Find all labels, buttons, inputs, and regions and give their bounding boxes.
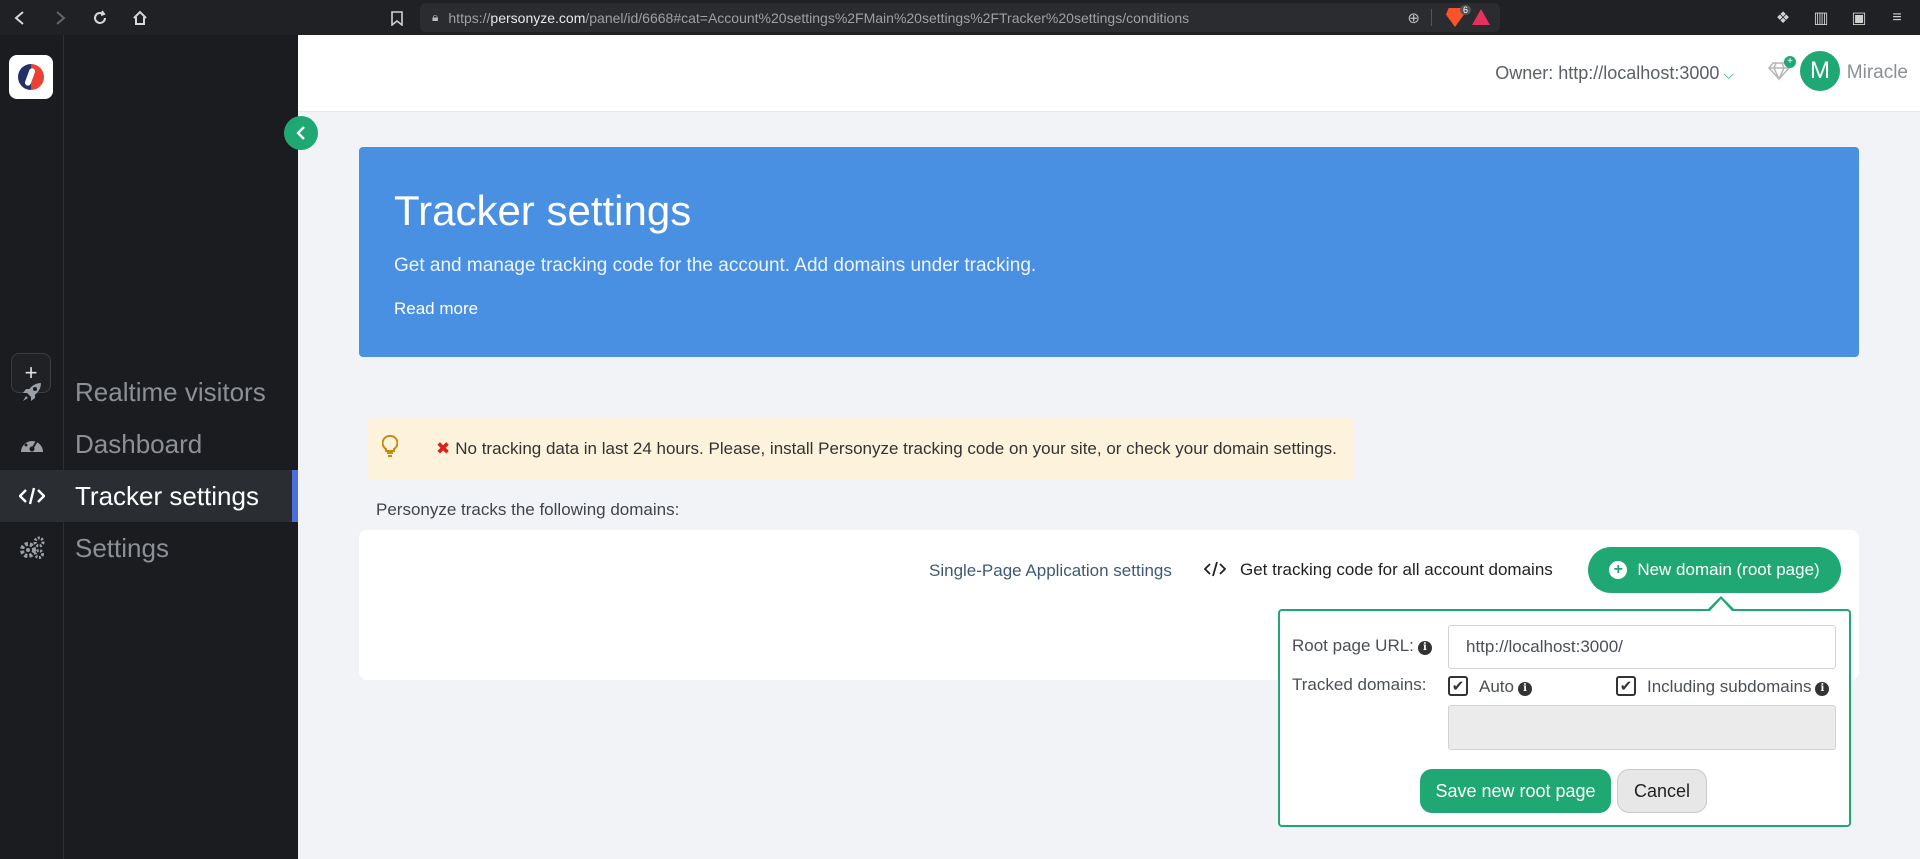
auto-checkbox[interactable]: ✔ (1448, 676, 1468, 696)
code-icon (0, 486, 64, 506)
zoom-icon[interactable]: ⊕ (1407, 9, 1420, 27)
sidebar-toggle-icon[interactable]: ▥ (1808, 8, 1834, 28)
read-more-link[interactable]: Read more (394, 299, 478, 319)
gears-icon (0, 536, 64, 560)
error-x-icon: ✖ (436, 439, 451, 458)
owner-selector[interactable]: Owner: http://localhost:3000 ⌵ (1495, 63, 1734, 84)
alert-message: No tracking data in last 24 hours. Pleas… (455, 439, 1337, 458)
info-icon[interactable]: i (1417, 641, 1432, 655)
sidebar-item-settings[interactable]: Settings (0, 522, 298, 574)
avatar[interactable]: M (1800, 51, 1840, 91)
popover-arrow-inner (1710, 599, 1732, 611)
reload-icon[interactable] (80, 0, 120, 35)
wallet-icon[interactable]: ▣ (1846, 8, 1872, 28)
auto-label: Auto i (1479, 677, 1532, 697)
sidebar-item-tracker-settings[interactable]: Tracker settings (0, 470, 298, 522)
owner-label: Owner: http://localhost:3000 (1495, 63, 1720, 83)
tracking-alert: ✖ No tracking data in last 24 hours. Ple… (368, 418, 1354, 480)
back-icon[interactable] (0, 0, 40, 35)
code-icon[interactable] (1203, 561, 1227, 582)
cancel-button[interactable]: Cancel (1617, 769, 1707, 813)
root-url-input[interactable]: http://localhost:3000/ (1448, 625, 1836, 669)
rocket-icon (0, 381, 64, 403)
dashboard-icon (0, 434, 64, 454)
sidebar-item-realtime-visitors[interactable]: Realtime visitors (0, 366, 298, 418)
url-path: /panel/id/6668#cat=Account%20settings%2F… (585, 9, 1190, 26)
bookmark-icon[interactable] (386, 7, 408, 29)
domains-intro: Personyze tracks the following domains: (376, 500, 680, 519)
root-url-label-text: Root page URL: (1292, 636, 1414, 655)
username[interactable]: Miracle (1847, 62, 1908, 84)
page-banner: Tracker settings Get and manage tracking… (359, 147, 1859, 357)
brave-shield-count: 6 (1459, 5, 1471, 15)
info-icon[interactable]: i (1815, 682, 1830, 696)
home-icon[interactable] (120, 0, 160, 35)
info-icon[interactable]: i (1517, 682, 1532, 696)
get-tracking-code-link[interactable]: Get tracking code for all account domain… (1240, 560, 1553, 580)
sidebar-item-label: Dashboard (75, 428, 203, 459)
sidebar-item-label: Settings (75, 532, 169, 563)
sidebar-item-label: Realtime visitors (75, 376, 266, 407)
diamond-plus-icon: + (1784, 56, 1796, 68)
sidebar-item-dashboard[interactable]: Dashboard (0, 418, 298, 470)
chevron-down-icon: ⌵ (1723, 66, 1734, 82)
subdomains-label-text: Including subdomains (1647, 677, 1812, 696)
subdomains-checkbox[interactable]: ✔ (1616, 676, 1636, 696)
personyze-logo[interactable] (9, 55, 53, 99)
spa-settings-link[interactable]: Single-Page Application settings (929, 561, 1172, 581)
top-header: Owner: http://localhost:3000 ⌵ + M Miracl… (298, 35, 1920, 112)
page-title: Tracker settings (394, 187, 692, 234)
page-description: Get and manage tracking code for the acc… (394, 255, 1037, 276)
url-host: personyze.com (490, 9, 586, 26)
subdomains-label: Including subdomains i (1647, 677, 1830, 697)
new-domain-button[interactable]: + New domain (root page) (1588, 547, 1841, 593)
forward-icon[interactable] (40, 0, 80, 35)
new-domain-label: New domain (root page) (1637, 560, 1820, 579)
tracked-domains-label: Tracked domains: (1292, 675, 1427, 694)
menu-icon[interactable]: ≡ (1884, 9, 1910, 27)
url-separator (1431, 9, 1432, 26)
logo-mark-icon (18, 64, 44, 90)
tracked-domains-textarea[interactable] (1448, 705, 1836, 750)
save-root-page-button[interactable]: Save new root page (1420, 769, 1611, 813)
extensions-icon[interactable]: ❖ (1770, 8, 1796, 28)
sidebar-item-label: Tracker settings (75, 480, 259, 511)
brave-rewards-icon[interactable] (1472, 9, 1490, 25)
url-scheme: https:// (448, 9, 491, 26)
collapse-sidebar-button[interactable] (284, 116, 318, 150)
root-url-label: Root page URL: i (1292, 636, 1432, 656)
plus-circle-icon: + (1609, 561, 1628, 579)
auto-label-text: Auto (1479, 677, 1514, 696)
browser-actions: ❖ ▥ ▣ ≡ (1770, 0, 1910, 35)
chevron-left-icon (296, 126, 305, 140)
address-bar[interactable]: 🔒︎ https://personyze.com/panel/id/6668#c… (420, 3, 1500, 32)
lightbulb-icon (381, 435, 408, 463)
lock-icon: 🔒︎ (432, 10, 439, 24)
